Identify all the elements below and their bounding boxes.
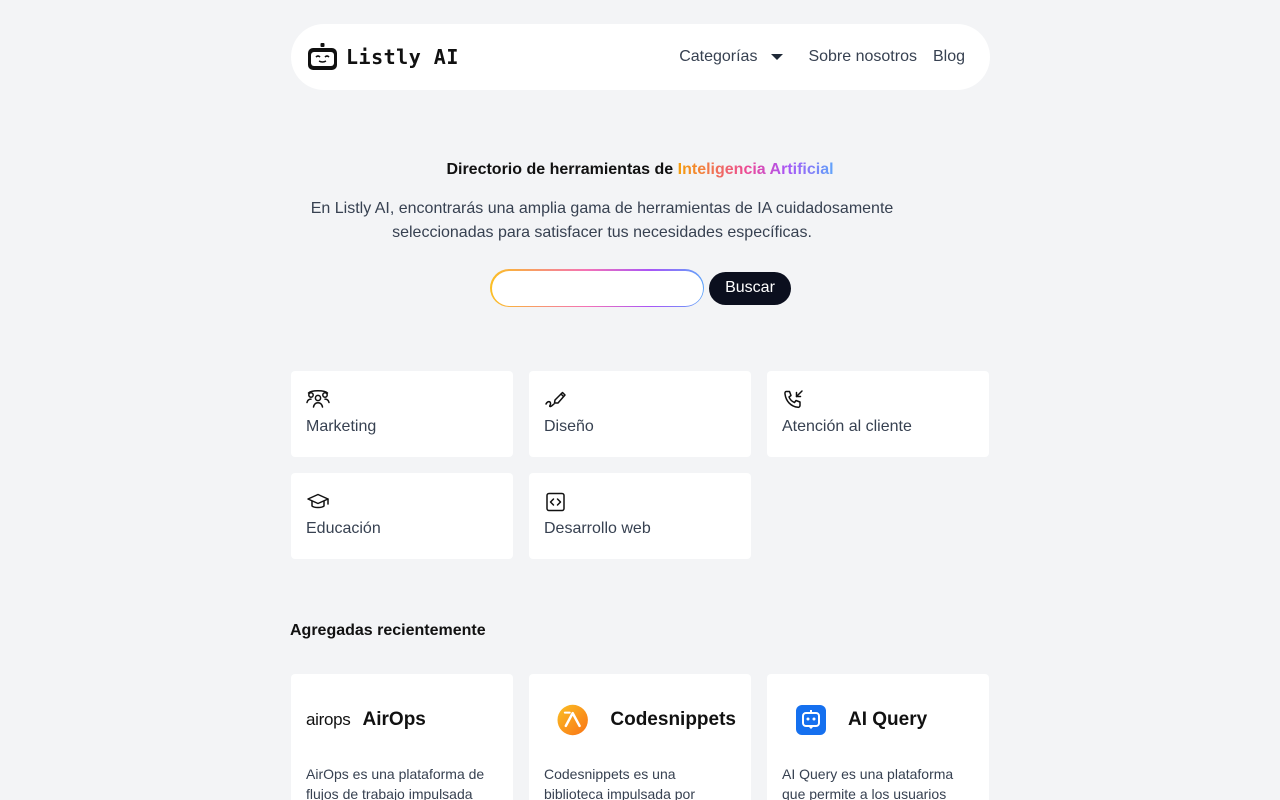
category-card-atencion-cliente[interactable]: Atención al cliente <box>767 371 989 457</box>
phone-incoming-icon <box>782 389 806 411</box>
category-label: Atención al cliente <box>782 418 912 435</box>
brand-home-link[interactable]: Listly AI <box>307 43 459 71</box>
graduation-cap-icon <box>306 491 330 513</box>
category-card-educacion[interactable]: Educación <box>291 473 513 559</box>
recent-section-title: Agregadas recientemente <box>290 622 486 639</box>
search-input-wrapper <box>490 269 704 307</box>
category-label: Educación <box>306 520 381 537</box>
hero-description: En Listly AI, encontrarás una amplia gam… <box>310 200 894 241</box>
hero-title-highlight: Inteligencia Artificial <box>677 161 834 178</box>
nav-blog-link[interactable]: Blog <box>933 48 965 66</box>
tool-name: AI Query <box>848 709 928 730</box>
tool-description: Codesnippets es una biblioteca impulsada… <box>544 766 695 800</box>
nav-categories-label: Categorías <box>679 48 758 65</box>
tool-description: AirOps es una plataforma de flujos de tr… <box>306 766 485 800</box>
main-nav: Categorías Sobre nosotros Blog <box>679 48 965 66</box>
caret-down-icon <box>771 54 784 60</box>
hero-title-prefix: Directorio de herramientas de <box>446 161 674 178</box>
category-card-marketing[interactable]: Marketing <box>291 371 513 457</box>
category-card-diseno[interactable]: Diseño <box>529 371 751 457</box>
category-label: Diseño <box>544 418 594 435</box>
tool-name: Codesnippets <box>610 709 736 730</box>
hero-title: Directorio de herramientas de Inteligenc… <box>0 161 1280 179</box>
tool-card-codesnippets[interactable]: Codesnippets Codesnippets es una bibliot… <box>529 674 751 800</box>
search-form: Buscar <box>490 269 791 307</box>
search-button[interactable]: Buscar <box>709 271 791 305</box>
tool-description: AI Query es una plataforma que permite a… <box>782 766 954 800</box>
tool-name: AirOps <box>362 709 426 730</box>
category-label: Marketing <box>306 418 377 435</box>
people-group-icon <box>306 389 330 411</box>
robot-logo-icon <box>308 43 337 70</box>
pen-icon <box>544 389 568 411</box>
nav-about-link[interactable]: Sobre nosotros <box>808 48 917 66</box>
ai-query-logo-icon <box>796 705 826 735</box>
codesnippets-logo-icon <box>557 704 588 736</box>
tool-card-ai-query[interactable]: AI Query AI Query es una plataforma que … <box>767 674 989 800</box>
nav-categories-dropdown[interactable]: Categorías <box>679 48 784 66</box>
tool-card-airops[interactable]: airops AirOps AirOps es una plataforma d… <box>291 674 513 800</box>
category-label: Desarrollo web <box>544 520 651 537</box>
search-input[interactable] <box>491 270 703 306</box>
brand-name: Listly AI <box>346 45 459 69</box>
navbar: Listly AI Categorías Sobre nosotros Blog <box>291 24 990 90</box>
code-icon <box>544 491 568 513</box>
category-card-desarrollo-web[interactable]: Desarrollo web <box>529 473 751 559</box>
airops-logo: airops <box>306 710 351 729</box>
